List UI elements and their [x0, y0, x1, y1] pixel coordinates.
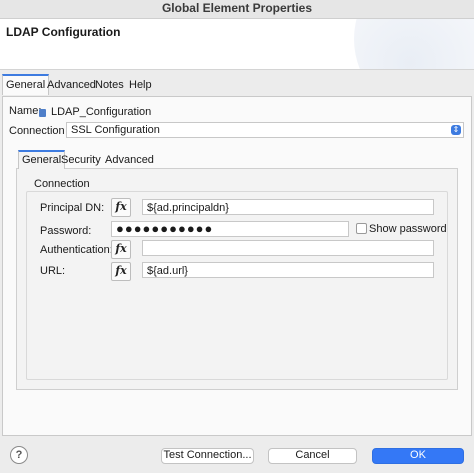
name-label: Name:	[9, 105, 42, 117]
show-password-label: Show password	[369, 223, 447, 235]
password-label: Password:	[40, 225, 92, 237]
tab-help[interactable]: Help	[126, 76, 155, 95]
connection-group	[26, 191, 448, 380]
authentication-label: Authentication:	[40, 244, 113, 256]
principal-dn-input[interactable]: ${ad.principaldn}	[142, 199, 434, 215]
authentication-input[interactable]	[142, 240, 434, 256]
fx-icon[interactable]: fx	[111, 240, 131, 259]
name-field[interactable]: LDAP_Configuration	[46, 103, 466, 119]
url-label: URL:	[40, 265, 66, 277]
tab-notes[interactable]: Notes	[92, 76, 127, 95]
inner-tab-security[interactable]: Security	[58, 152, 104, 169]
show-password-checkbox[interactable]	[356, 223, 367, 234]
ok-button[interactable]: OK	[372, 448, 464, 464]
window-title: Global Element Properties	[0, 0, 474, 19]
tab-general[interactable]: General	[2, 74, 50, 95]
password-input[interactable]: ●●●●●●●●●●●	[111, 221, 349, 237]
header-decoration	[354, 19, 474, 69]
inner-tab-advanced[interactable]: Advanced	[102, 152, 157, 169]
principal-dn-label: Principal DN:	[40, 202, 105, 214]
connection-group-title: Connection	[34, 178, 90, 190]
help-icon[interactable]: ?	[10, 446, 28, 464]
chevron-updown-icon: ⇕	[451, 125, 461, 135]
fx-icon[interactable]: fx	[111, 262, 131, 281]
connection-select[interactable]: SSL Configuration ⇕	[66, 122, 464, 138]
cancel-button[interactable]: Cancel	[268, 448, 357, 464]
connection-select-value: SSL Configuration	[71, 124, 160, 136]
tab-advanced[interactable]: Advanced	[44, 76, 99, 95]
connection-label: Connection	[9, 125, 65, 137]
fx-icon[interactable]: fx	[111, 198, 131, 217]
url-input[interactable]: ${ad.url}	[142, 262, 434, 278]
dialog-title: LDAP Configuration	[6, 25, 121, 39]
test-connection-button[interactable]: Test Connection...	[161, 448, 254, 464]
required-icon	[39, 109, 46, 117]
dialog-header: LDAP Configuration	[0, 19, 474, 70]
